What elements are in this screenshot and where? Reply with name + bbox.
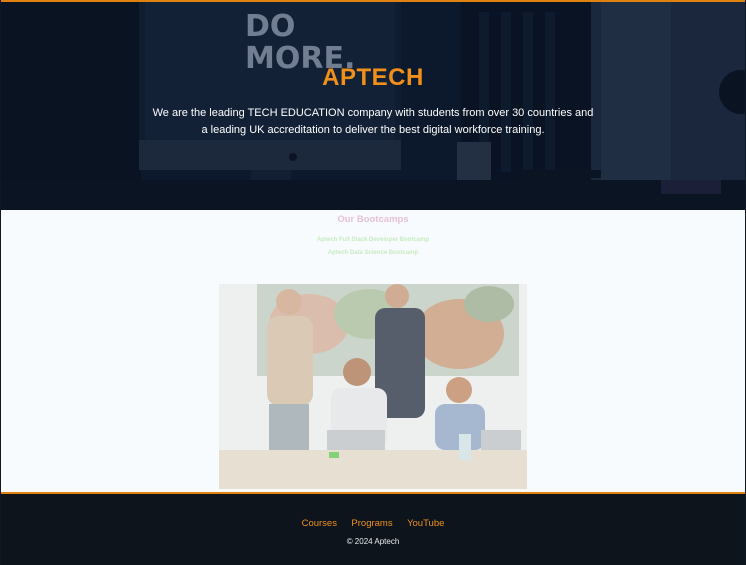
bootcamp-item[interactable]: Aptech Full Stack Developer Bootcamp	[1, 234, 745, 247]
footer-link-programs[interactable]: Programs	[351, 518, 392, 529]
bootcamps-title: Our Bootcamps	[337, 214, 409, 225]
hero-title: APTECH	[322, 64, 424, 91]
hero-tagline: We are the leading TECH EDUCATION compan…	[152, 107, 594, 136]
bootcamps-section: Our Bootcamps Aptech Full Stack Develope…	[1, 210, 745, 493]
bootcamp-item[interactable]: Aptech Data Science Bootcamp	[1, 247, 745, 260]
page: DO MORE. APTECH We are the leading TECH …	[0, 0, 746, 565]
bootcamp-list: Aptech Full Stack Developer Bootcamp Apt…	[1, 234, 745, 260]
team-photo	[219, 284, 527, 489]
hero-content: APTECH We are the leading TECH EDUCATION…	[1, 2, 745, 210]
footer-nav: Courses Programs YouTube	[1, 513, 745, 531]
footer: Courses Programs YouTube © 2024 Aptech	[1, 492, 745, 565]
footer-link-youtube[interactable]: YouTube	[407, 518, 444, 529]
footer-link-courses[interactable]: Courses	[302, 518, 337, 529]
copyright: © 2024 Aptech	[346, 537, 400, 546]
hero-section: DO MORE. APTECH We are the leading TECH …	[1, 0, 745, 210]
